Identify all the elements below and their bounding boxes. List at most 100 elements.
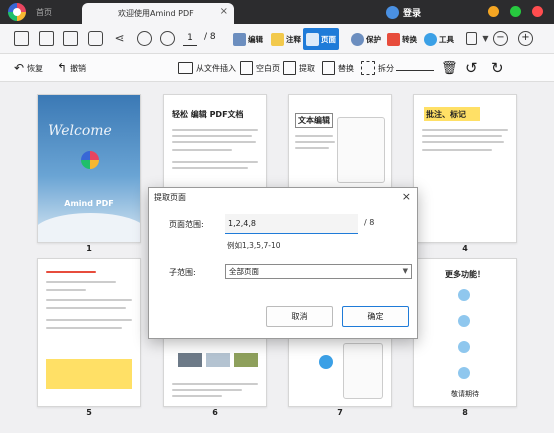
zoom-in-button[interactable]: + [518, 31, 533, 46]
mode-edit-button[interactable]: 编辑 [230, 28, 266, 50]
page-number-8: 8 [462, 408, 468, 417]
page-total-label: / 8 [204, 32, 216, 42]
open-folder-icon[interactable] [14, 31, 29, 46]
tab-document-title: 欢迎使用Amind PDF [118, 9, 194, 18]
tab-document[interactable]: 欢迎使用Amind PDF × [82, 3, 234, 24]
replace-button[interactable]: 替换 [322, 60, 354, 76]
split-button[interactable]: 拆分 [361, 60, 394, 76]
delete-page-icon[interactable]: 🗑︎ [441, 60, 458, 76]
zoom-dropdown-icon[interactable]: ▼ [478, 31, 493, 46]
page-total-value: 8 [209, 32, 216, 42]
thumbnail-page-8[interactable]: 更多功能！ 敬请期待 [413, 258, 517, 407]
print-icon[interactable] [88, 31, 103, 46]
fit-width-icon[interactable] [466, 32, 477, 45]
page-number-1: 1 [86, 244, 92, 253]
rotate-right-icon[interactable]: ↻ [491, 59, 504, 77]
extract-label: 提取 [299, 63, 315, 73]
tab-close-icon[interactable]: × [220, 6, 228, 17]
save-icon[interactable] [39, 31, 54, 46]
tools-icon [424, 32, 437, 46]
mode-annotate-label: 注释 [286, 34, 301, 44]
page-6-photo [178, 353, 202, 367]
cover-logo-icon [81, 151, 99, 169]
mode-page-button[interactable]: 页面 [303, 28, 339, 50]
feature-icon [458, 341, 470, 353]
page-range-label: 页面范围: [169, 220, 204, 229]
replace-label: 替换 [338, 63, 354, 73]
split-value-input[interactable] [396, 70, 434, 71]
feature-icon [458, 367, 470, 379]
zoom-out-button[interactable]: − [493, 31, 508, 46]
page-7-phone-image [343, 343, 383, 399]
insert-from-file-button[interactable]: 从文件插入 [178, 60, 236, 76]
extract-pages-dialog: 提取页面 × 页面范围: / 8 例如1,3,5,7-10 子范围: 全部页面 … [148, 187, 418, 339]
thumbnail-page-4[interactable]: 批注、标记 [413, 94, 517, 243]
mode-tools-label: 工具 [439, 34, 454, 44]
dialog-close-icon[interactable]: × [402, 190, 411, 203]
app-logo-icon [8, 3, 26, 21]
confirm-button[interactable]: 确定 [342, 306, 409, 327]
tab-home[interactable]: 首页 [28, 5, 60, 21]
mode-tools-button[interactable]: 工具 [421, 28, 457, 50]
restore-button[interactable]: ↶ 恢复 [14, 60, 43, 76]
page-7-icon [319, 355, 333, 369]
page-3-heading: 文本编辑 [295, 113, 333, 128]
page-3-phone-image [337, 117, 385, 183]
mode-convert-button[interactable]: 转换 [384, 28, 420, 50]
thumbnail-page-1[interactable]: Welcome Amind PDF [37, 94, 141, 243]
cover-title: Amind PDF [64, 199, 114, 208]
cancel-button[interactable]: 取消 [266, 306, 333, 327]
shield-icon [351, 32, 364, 46]
thumbnail-page-5[interactable] [37, 258, 141, 407]
main-toolbar: ⋖ 1 / 8 编辑 注释 页面 保护 转换 工具 ▼ − + [0, 24, 554, 54]
page-grid-icon [306, 32, 319, 46]
cover-script-text: Welcome [48, 123, 112, 139]
extract-icon [283, 61, 296, 75]
page-range-example: 例如1,3,5,7-10 [227, 241, 281, 250]
mail-insert-icon [178, 62, 193, 74]
mode-edit-label: 编辑 [248, 34, 263, 44]
user-avatar-icon [386, 5, 399, 19]
page-number-4: 4 [462, 244, 468, 253]
page-down-icon[interactable] [160, 31, 175, 46]
login-label: 登录 [403, 8, 422, 19]
replace-icon [322, 61, 335, 75]
title-bar: 首页 欢迎使用Amind PDF × 登录 [0, 0, 554, 24]
share-icon[interactable]: ⋖ [112, 31, 127, 46]
convert-icon [387, 32, 400, 46]
cover-cloud-image [38, 213, 140, 242]
undo-icon: ↰ [57, 61, 68, 75]
restore-icon: ↶ [14, 61, 25, 75]
restore-label: 恢复 [27, 63, 44, 73]
close-window-icon[interactable] [532, 6, 543, 17]
page-8-footer: 敬请期待 [451, 390, 479, 398]
mode-annotate-button[interactable]: 注释 [268, 28, 304, 50]
page-8-heading: 更多功能！ [445, 270, 485, 279]
blank-page-label: 空白页 [256, 63, 280, 73]
chevron-down-icon: ▼ [402, 267, 408, 275]
page-number-7: 7 [337, 408, 343, 417]
current-page-input[interactable]: 1 [183, 31, 197, 46]
blank-page-button[interactable]: 空白页 [240, 60, 280, 76]
subrange-label: 子范围: [169, 268, 196, 277]
save-as-icon[interactable] [63, 31, 78, 46]
mode-convert-label: 转换 [402, 34, 417, 44]
minimize-window-icon[interactable] [488, 6, 499, 17]
extract-button[interactable]: 提取 [283, 60, 315, 76]
annotate-icon [271, 32, 284, 46]
maximize-window-icon[interactable] [510, 6, 521, 17]
mode-protect-button[interactable]: 保护 [348, 28, 384, 50]
page-up-icon[interactable] [137, 31, 152, 46]
mode-protect-label: 保护 [366, 34, 381, 44]
page-range-input[interactable] [225, 214, 358, 234]
page-4-heading: 批注、标记 [426, 110, 466, 119]
page-range-total: / 8 [364, 218, 375, 227]
split-icon [361, 61, 375, 75]
rotate-left-icon[interactable]: ↺ [465, 59, 478, 77]
subrange-select[interactable]: 全部页面 ▼ [225, 264, 412, 279]
undo-button[interactable]: ↰ 撤销 [57, 60, 86, 76]
feature-icon [458, 289, 470, 301]
blank-page-icon [240, 61, 253, 75]
login-button[interactable]: 登录 [386, 4, 421, 20]
page-5-note-box [46, 359, 132, 389]
